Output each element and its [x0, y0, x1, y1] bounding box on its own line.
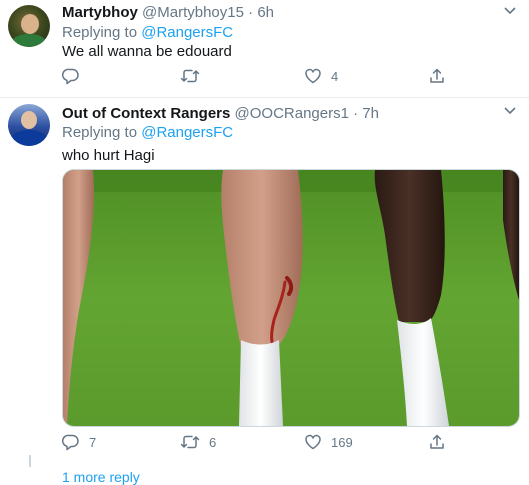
- tweet-martybhoy[interactable]: Martybhoy @Martybhoy15 · 6h Replying to …: [0, 0, 529, 98]
- share-button[interactable]: [428, 67, 446, 85]
- tweet-ooc-rangers[interactable]: Out of Context Rangers @OOCRangers1 · 7h…: [0, 97, 529, 485]
- like-count: 4: [331, 68, 339, 84]
- reply-button[interactable]: 7: [62, 433, 96, 451]
- reply-icon: [62, 68, 79, 85]
- display-name[interactable]: Out of Context Rangers: [62, 105, 230, 122]
- show-more-replies-link[interactable]: 1 more reply: [62, 469, 140, 485]
- mention-link[interactable]: @RangersFC: [141, 124, 233, 141]
- reply-icon: [62, 434, 79, 451]
- tweet-actions: 7 6 169: [62, 433, 452, 453]
- retweet-icon: [180, 435, 200, 449]
- share-button[interactable]: [428, 433, 446, 451]
- chevron-down-icon[interactable]: [503, 6, 517, 16]
- display-name[interactable]: Martybhoy: [62, 4, 138, 21]
- replying-to: Replying to @RangersFC: [62, 24, 233, 42]
- like-button[interactable]: 4: [304, 67, 338, 85]
- separator: ·: [248, 4, 254, 21]
- user-handle[interactable]: @Martybhoy15: [142, 4, 244, 21]
- avatar-face: [21, 14, 39, 34]
- heart-icon: [305, 434, 321, 450]
- like-count: 169: [331, 434, 353, 450]
- avatar[interactable]: [8, 104, 50, 146]
- retweet-count: 6: [209, 434, 217, 450]
- thread-connector: [29, 455, 31, 467]
- separator: ·: [353, 105, 359, 122]
- replying-prefix: Replying to: [62, 124, 142, 141]
- avatar-face: [21, 111, 37, 129]
- avatar-shirt: [12, 34, 46, 47]
- tweet-actions: 4: [62, 67, 452, 87]
- like-button[interactable]: 169: [304, 433, 353, 451]
- tweet-header: Martybhoy @Martybhoy15 · 6h: [62, 4, 274, 22]
- timestamp[interactable]: 6h: [257, 4, 274, 21]
- timestamp[interactable]: 7h: [362, 105, 379, 122]
- tweet-text: We all wanna be edouard: [62, 43, 232, 60]
- mention-link[interactable]: @RangersFC: [141, 24, 233, 41]
- chevron-down-icon[interactable]: [503, 106, 517, 116]
- legs-photo-image: [63, 170, 519, 426]
- avatar[interactable]: [8, 5, 50, 47]
- share-icon: [430, 68, 444, 83]
- retweet-icon: [180, 69, 200, 83]
- replying-prefix: Replying to: [62, 24, 142, 41]
- tweet-header: Out of Context Rangers @OOCRangers1 · 7h: [62, 105, 379, 123]
- reply-count: 7: [89, 434, 97, 450]
- retweet-button[interactable]: 6: [180, 433, 216, 451]
- tweet-text: who hurt Hagi: [62, 147, 155, 164]
- tweet-photo[interactable]: [62, 169, 520, 427]
- retweet-button[interactable]: [180, 67, 209, 85]
- replying-to: Replying to @RangersFC: [62, 124, 233, 142]
- share-icon: [430, 434, 444, 449]
- avatar-shirt: [11, 130, 47, 146]
- heart-icon: [305, 68, 321, 84]
- user-handle[interactable]: @OOCRangers1: [235, 105, 349, 122]
- reply-button[interactable]: [62, 67, 89, 85]
